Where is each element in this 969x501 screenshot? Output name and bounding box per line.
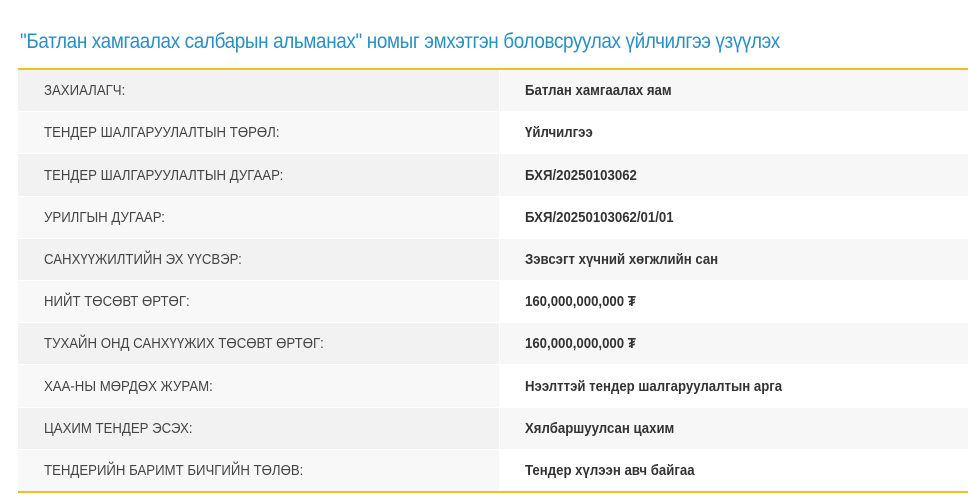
row-label: НИЙТ ТӨСӨВТ ӨРТӨГ: [18,281,500,323]
table-row-funding-source: САНХҮҮЖИЛТИЙН ЭХ ҮҮСВЭР: Зэвсэгт хүчний … [18,238,968,282]
row-label: САНХҮҮЖИЛТИЙН ЭХ ҮҮСВЭР: [18,238,500,281]
row-label: ЦАХИМ ТЕНДЕР ЭСЭХ: [18,407,500,449]
row-value: 160,000,000,000 ₮ [500,323,968,365]
tender-details-table: ЗАХИАЛАГЧ: Батлан хамгаалах яам ТЕНДЕР Ш… [18,70,968,492]
table-row-e-tender: ЦАХИМ ТЕНДЕР ЭСЭХ: Хялбаршуулсан цахим [18,407,968,450]
tender-detail-page: "Батлан хамгаалах салбарын альманах" ном… [0,0,969,501]
row-label: ТЕНДЕРИЙН БАРИМТ БИЧГИЙН ТӨЛӨВ: [18,449,500,492]
page-title: "Батлан хамгаалах салбарын альманах" ном… [20,30,780,53]
row-value: Хялбаршуулсан цахим [500,407,968,449]
table-row-procedure: ХАА-НЫ МӨРДӨХ ЖУРАМ: Нээлттэй тендер шал… [18,365,968,408]
table-row-tender-number: ТЕНДЕР ШАЛГАРУУЛАЛТЫН ДУГААР: БХЯ/202501… [18,154,968,197]
table-row-invitation-number: УРИЛГЫН ДУГААР: БХЯ/20250103062/01/01 [18,196,968,239]
table-row-tender-type: ТЕНДЕР ШАЛГАРУУЛАЛТЫН ТӨРӨЛ: Үйлчилгээ [18,112,968,155]
table-row-document-status: ТЕНДЕРИЙН БАРИМТ БИЧГИЙН ТӨЛӨВ: Тендер х… [18,449,968,492]
table-row-customer: ЗАХИАЛАГЧ: Батлан хамгаалах яам [18,70,968,113]
row-value: Үйлчилгээ [500,112,968,154]
table-row-total-budget: НИЙТ ТӨСӨВТ ӨРТӨГ: 160,000,000,000 ₮ [18,281,968,324]
row-label: ТУХАЙН ОНД САНХҮҮЖИХ ТӨСӨВТ ӨРТӨГ: [18,323,500,365]
row-label: ЗАХИАЛАГЧ: [18,70,500,112]
bottom-divider [18,491,968,493]
row-value: Батлан хамгаалах яам [500,70,968,112]
row-value: 160,000,000,000 ₮ [500,281,968,323]
row-value: Зэвсэгт хүчний хөгжлийн сан [500,238,968,281]
row-value: Тендер хүлээн авч байгаа [500,449,968,492]
table-row-annual-budget: ТУХАЙН ОНД САНХҮҮЖИХ ТӨСӨВТ ӨРТӨГ: 160,0… [18,323,968,366]
row-value: БХЯ/20250103062 [500,154,968,196]
row-label: ТЕНДЕР ШАЛГАРУУЛАЛТЫН ДУГААР: [18,154,500,196]
row-value: Нээлттэй тендер шалгаруулалтын арга [500,365,968,407]
row-label: ХАА-НЫ МӨРДӨХ ЖУРАМ: [18,365,500,407]
row-label: УРИЛГЫН ДУГААР: [18,196,500,238]
row-label: ТЕНДЕР ШАЛГАРУУЛАЛТЫН ТӨРӨЛ: [18,112,500,154]
row-value: БХЯ/20250103062/01/01 [500,196,968,238]
